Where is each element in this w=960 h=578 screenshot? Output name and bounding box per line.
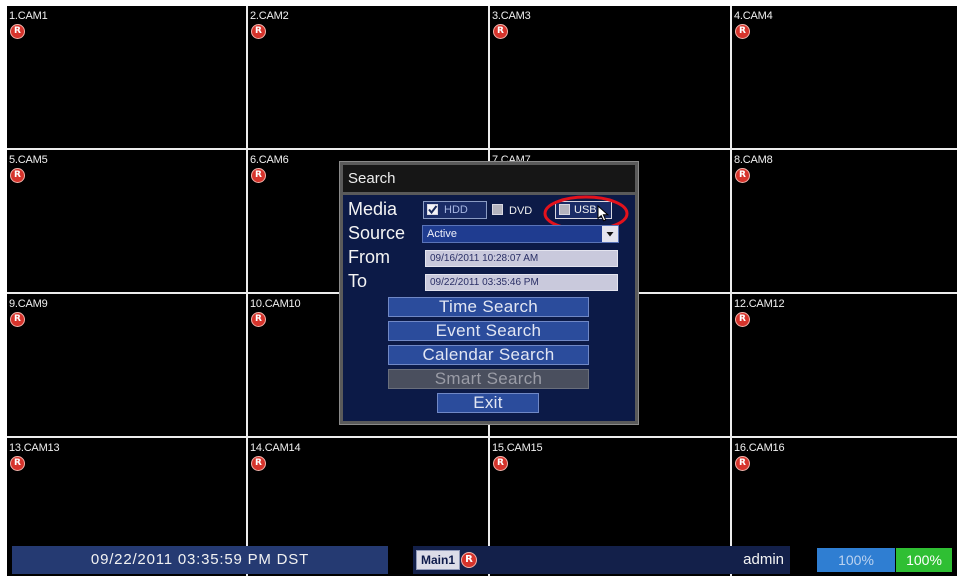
camera-label: 13.CAM13 <box>9 442 60 454</box>
camera-label: 14.CAM14 <box>250 442 301 454</box>
logged-in-user: admin <box>743 551 784 568</box>
camera-label: 1.CAM1 <box>9 10 48 22</box>
media-hdd-checkbox[interactable]: HDD <box>423 201 487 219</box>
camera-label: 2.CAM2 <box>250 10 289 22</box>
camera-tile-1[interactable]: 1.CAM1 R <box>7 6 246 148</box>
usb-checkbox[interactable] <box>559 204 570 215</box>
camera-label: 6.CAM6 <box>250 154 289 166</box>
status-info-bar: Main1 R admin <box>413 546 790 574</box>
camera-label: 5.CAM5 <box>9 154 48 166</box>
camera-tile-5[interactable]: 5.CAM5 R <box>7 150 246 292</box>
camera-label: 9.CAM9 <box>9 298 48 310</box>
camera-tile-12[interactable]: 12.CAM12 R <box>732 294 957 436</box>
search-dialog: Search Media Source From To HDD DVD USB … <box>339 161 639 425</box>
source-dropdown[interactable]: Active <box>422 225 619 243</box>
exit-button[interactable]: Exit <box>437 393 539 413</box>
camera-label: 8.CAM8 <box>734 154 773 166</box>
recording-icon: R <box>493 24 508 39</box>
mouse-cursor-icon <box>597 205 610 222</box>
camera-tile-4[interactable]: 4.CAM4 R <box>732 6 957 148</box>
recording-icon: R <box>735 456 750 471</box>
media-label: Media <box>348 199 398 219</box>
camera-label: 4.CAM4 <box>734 10 773 22</box>
dialog-title: Search <box>348 170 396 187</box>
dvd-label: DVD <box>509 205 533 217</box>
check-icon <box>428 205 438 215</box>
display-mode-tag: Main1 <box>416 550 460 570</box>
from-datetime-field[interactable] <box>425 250 618 267</box>
storage-indicator-blue: 100% <box>817 548 895 572</box>
camera-label: 16.CAM16 <box>734 442 785 454</box>
camera-tile-2[interactable]: 2.CAM2 R <box>248 6 488 148</box>
recording-icon: R <box>735 24 750 39</box>
camera-tile-8[interactable]: 8.CAM8 R <box>732 150 957 292</box>
source-label: Source <box>348 223 406 243</box>
camera-tile-3[interactable]: 3.CAM3 R <box>490 6 730 148</box>
recording-icon: R <box>10 456 25 471</box>
event-search-button[interactable]: Event Search <box>388 321 589 341</box>
usb-label: USB <box>574 204 597 216</box>
dialog-body: Media Source From To HDD DVD USB Active … <box>343 195 635 421</box>
camera-label: 12.CAM12 <box>734 298 785 310</box>
recording-icon: R <box>10 168 25 183</box>
camera-tile-9[interactable]: 9.CAM9 R <box>7 294 246 436</box>
to-datetime-field[interactable] <box>425 274 618 291</box>
calendar-search-button[interactable]: Calendar Search <box>388 345 589 365</box>
dialog-title-bar: Search <box>343 165 635 192</box>
smart-search-button: Smart Search <box>388 369 589 389</box>
camera-label: 15.CAM15 <box>492 442 543 454</box>
to-label: To <box>348 271 368 291</box>
recording-icon: R <box>10 312 25 327</box>
source-value: Active <box>427 228 457 240</box>
storage-indicator-green: 100% <box>896 548 952 572</box>
recording-icon: R <box>251 168 266 183</box>
hdd-checkbox[interactable] <box>427 204 438 215</box>
status-datetime: 09/22/2011 03:35:59 PM DST <box>12 546 388 574</box>
dropdown-arrow-button[interactable] <box>602 226 618 242</box>
recording-icon: R <box>251 312 266 327</box>
recording-icon: R <box>251 456 266 471</box>
camera-label: 10.CAM10 <box>250 298 301 310</box>
camera-label: 3.CAM3 <box>492 10 531 22</box>
recording-icon: R <box>735 312 750 327</box>
recording-icon: R <box>493 456 508 471</box>
hdd-label: HDD <box>444 204 468 216</box>
chevron-down-icon <box>606 232 614 237</box>
recording-icon: R <box>735 168 750 183</box>
from-label: From <box>348 247 390 267</box>
recording-icon: R <box>461 552 477 568</box>
recording-icon: R <box>10 24 25 39</box>
time-search-button[interactable]: Time Search <box>388 297 589 317</box>
dvd-checkbox[interactable] <box>492 204 503 215</box>
recording-icon: R <box>251 24 266 39</box>
